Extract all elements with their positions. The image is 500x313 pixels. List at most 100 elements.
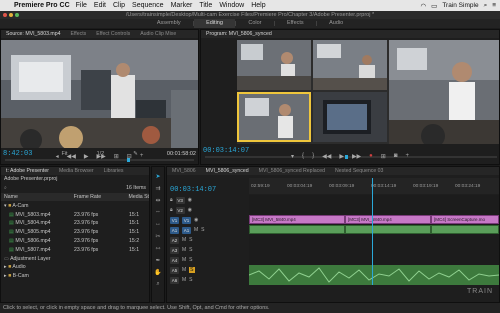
chevron-right-icon[interactable]: ▸ xyxy=(4,273,7,279)
tab-project[interactable]: t: Adobe Presenter xyxy=(1,168,54,174)
add-button-icon[interactable]: + xyxy=(405,153,409,159)
list-item[interactable]: ▤ MVI_5805.mp4 23.976 fps 15:1 xyxy=(1,228,149,237)
column-media-start[interactable]: Media St xyxy=(129,194,149,200)
list-item[interactable]: ▤ MVI_5803.mp4 23.976 fps 15:1 xyxy=(1,210,149,219)
workspace-audio[interactable]: Audio xyxy=(317,19,355,28)
list-item[interactable]: ▾ ■ A-Cam xyxy=(1,201,149,210)
mute-icon[interactable]: M xyxy=(182,257,186,263)
lock-icon[interactable]: 🔒︎ xyxy=(170,207,173,213)
eye-icon[interactable]: ◉ xyxy=(188,207,192,213)
add-button-icon[interactable]: + xyxy=(140,153,144,159)
tab-audio-clip-mixer[interactable]: Audio Clip Mixe xyxy=(135,31,181,37)
rate-stretch-tool-icon[interactable]: ↔ xyxy=(153,219,163,229)
zoom-tool-icon[interactable]: ⌕ xyxy=(153,279,163,289)
timeline-timecode[interactable]: 00:03:14:07 xyxy=(170,186,216,194)
pen-tool-icon[interactable]: ✒ xyxy=(153,255,163,265)
battery-icon[interactable]: ▭ xyxy=(431,2,437,10)
list-item[interactable]: ▸ ■ Audio xyxy=(1,263,149,272)
mark-in-icon[interactable]: ◂ xyxy=(56,153,59,160)
track-label-a3[interactable]: A3 xyxy=(170,246,179,254)
track-label-v2[interactable]: V2 xyxy=(175,206,185,214)
solo-icon[interactable]: S xyxy=(201,227,204,233)
step-forward-icon[interactable]: ▶▶ xyxy=(352,153,361,160)
menu-file[interactable]: File xyxy=(76,2,87,9)
search-icon[interactable]: ⌕ xyxy=(4,185,7,192)
timeline-clip[interactable]: [MC3] MVI_5840.mp4 xyxy=(249,215,345,224)
source-patch-a1[interactable]: A1 xyxy=(170,226,179,234)
tab-sequence-replaced[interactable]: MVI_5806_synced Replaced xyxy=(254,168,330,174)
menu-window[interactable]: Window xyxy=(219,2,244,9)
timeline-clip[interactable]: [MC3] MVI_5840.mp4 xyxy=(345,215,431,224)
menu-marker[interactable]: Marker xyxy=(171,2,193,9)
workspace-assembly[interactable]: Assembly xyxy=(145,19,193,28)
step-back-icon[interactable]: ◀◀ xyxy=(67,153,76,160)
tab-media-browser[interactable]: Media Browser xyxy=(54,168,99,174)
track-label-a1[interactable]: A1 xyxy=(182,226,191,234)
app-menu[interactable]: Premiere Pro CC xyxy=(14,2,70,9)
mute-icon[interactable]: M xyxy=(182,247,186,253)
overwrite-icon[interactable]: ⊟ xyxy=(127,153,132,160)
solo-icon[interactable]: S xyxy=(189,237,192,243)
track-select-tool-icon[interactable]: ⇉ xyxy=(153,183,163,193)
timeline-clip[interactable]: [MC4] ScreenCapture.mo xyxy=(431,215,499,224)
track-label-v3[interactable]: V3 xyxy=(175,196,185,204)
tab-sequence-mvi-5806[interactable]: MVI_5806 xyxy=(167,168,201,174)
tab-program[interactable]: Program: MVI_5806_synced xyxy=(201,31,277,37)
menu-sequence[interactable]: Sequence xyxy=(132,2,164,9)
track-label-a2[interactable]: A2 xyxy=(170,236,179,244)
user-label[interactable]: Train Simple xyxy=(442,2,478,9)
menu-clip[interactable]: Clip xyxy=(113,2,125,9)
column-name[interactable]: Name xyxy=(4,194,74,200)
zoom-window-icon[interactable] xyxy=(15,13,19,17)
tab-sequence-synced[interactable]: MVI_5806_synced xyxy=(201,168,254,174)
close-window-icon[interactable] xyxy=(3,13,7,17)
multicam-view[interactable] xyxy=(237,40,499,144)
tab-effect-controls[interactable]: Effect Controls xyxy=(91,31,135,37)
chevron-right-icon[interactable]: ▸ xyxy=(4,264,7,270)
mute-icon[interactable]: M xyxy=(194,227,198,233)
list-item[interactable]: ▤ MVI_5806.mp4 23.976 fps 15:2 xyxy=(1,237,149,246)
lift-icon[interactable]: ⊞ xyxy=(381,153,386,160)
step-back-icon[interactable]: ◀◀ xyxy=(322,153,331,160)
audio-clip[interactable] xyxy=(345,225,431,234)
solo-icon[interactable]: S xyxy=(189,277,192,283)
rolling-edit-tool-icon[interactable]: ⇔ xyxy=(153,207,163,217)
track-label-a4[interactable]: A4 xyxy=(170,256,179,264)
wifi-icon[interactable]: ◠ xyxy=(420,2,426,10)
lock-icon[interactable]: 🔒︎ xyxy=(170,197,173,203)
step-forward-icon[interactable]: ▶▶ xyxy=(97,153,106,160)
minimize-window-icon[interactable] xyxy=(9,13,13,17)
tab-effects[interactable]: Effects xyxy=(66,31,92,37)
record-icon[interactable]: ● xyxy=(369,153,373,159)
marker-icon[interactable]: ▾ xyxy=(291,153,294,160)
eye-icon[interactable]: ◉ xyxy=(188,197,192,203)
workspace-editing[interactable]: Editing xyxy=(194,19,235,28)
solo-icon[interactable]: S xyxy=(189,247,192,253)
tab-nested-sequence[interactable]: Nested Sequence 03 xyxy=(330,168,388,174)
mark-in-icon[interactable]: { xyxy=(302,153,304,159)
timeline-ruler[interactable]: 02:59:19 00:03:04:19 00:03:09:19 00:03:1… xyxy=(249,178,499,194)
menu-help[interactable]: Help xyxy=(251,2,265,9)
list-item[interactable]: ▤ MVI_5807.mp4 23.976 fps 15:1 xyxy=(1,245,149,254)
tab-libraries[interactable]: Libraries xyxy=(99,168,129,174)
column-frame-rate[interactable]: Frame Rate xyxy=(74,194,129,200)
audio-clip[interactable] xyxy=(249,225,345,234)
mark-out-icon[interactable]: } xyxy=(312,153,314,159)
list-item[interactable]: ▭ Adjustment Layer xyxy=(1,254,149,263)
insert-icon[interactable]: ⊞ xyxy=(114,153,119,160)
razor-tool-icon[interactable]: ✂ xyxy=(153,231,163,241)
mute-icon[interactable]: M xyxy=(182,267,186,273)
play-icon[interactable]: ▶ xyxy=(339,153,344,160)
solo-icon[interactable]: S xyxy=(189,267,195,273)
a5-audio-waveform[interactable] xyxy=(249,265,499,285)
mute-icon[interactable]: M xyxy=(182,237,186,243)
mute-icon[interactable]: M xyxy=(182,277,186,283)
list-item[interactable]: ▸ ■ B-Cam xyxy=(1,272,149,281)
slip-tool-icon[interactable]: ⇿ xyxy=(153,243,163,253)
menu-title[interactable]: Title xyxy=(199,2,212,9)
workspace-effects[interactable]: Effects xyxy=(275,19,316,28)
ripple-edit-tool-icon[interactable]: ⇹ xyxy=(153,195,163,205)
source-video-frame[interactable] xyxy=(1,40,198,148)
solo-icon[interactable]: S xyxy=(189,257,192,263)
track-label-v1[interactable]: V1 xyxy=(182,216,191,224)
